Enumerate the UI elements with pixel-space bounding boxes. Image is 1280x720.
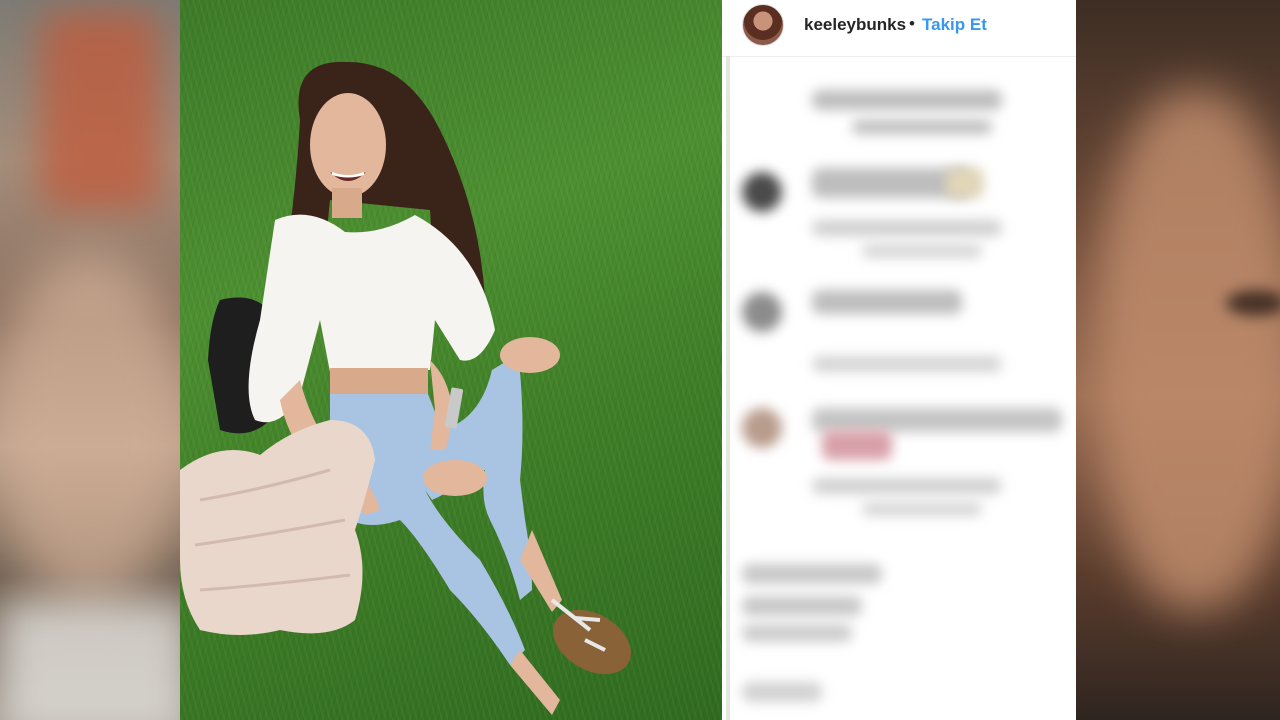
blurred-background-left <box>0 0 180 720</box>
card-divider <box>726 56 730 720</box>
header-separator: • <box>909 14 915 33</box>
post-photo[interactable] <box>180 0 722 720</box>
photo-illustration <box>180 61 631 715</box>
blurred-background-right <box>1076 0 1280 720</box>
instagram-post-card: keeleybunks • Takip Et <box>722 0 1076 720</box>
follow-button[interactable]: Takip Et <box>922 15 987 35</box>
post-header: keeleybunks • Takip Et <box>722 0 1076 57</box>
profile-avatar[interactable] <box>742 4 784 46</box>
username-link[interactable]: keeleybunks <box>804 15 906 35</box>
